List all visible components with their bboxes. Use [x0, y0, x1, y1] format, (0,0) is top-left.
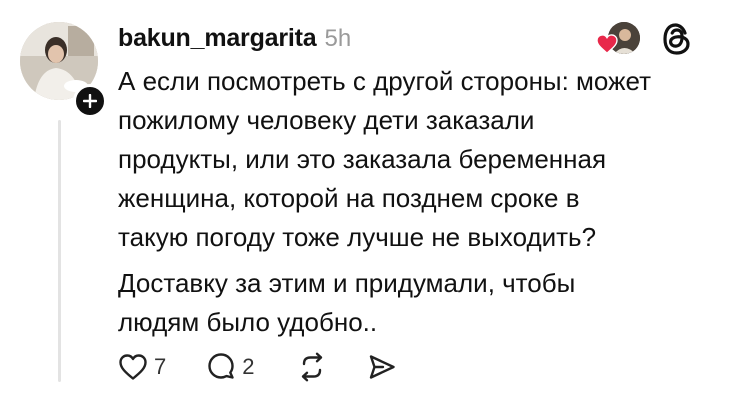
threads-logo-icon[interactable]: [662, 23, 692, 55]
repost-icon: [301, 352, 322, 382]
repost-button[interactable]: [297, 352, 327, 382]
post-paragraph-2: Доставку за этим и придумали, чтобы людя…: [118, 268, 576, 337]
post-body: А если посмотреть с другой стороны: може…: [118, 62, 718, 342]
post-header: bakun_margarita 5h: [118, 24, 351, 53]
post-paragraph-1: А если посмотреть с другой стороны: може…: [118, 66, 651, 252]
liked-by-indicator[interactable]: [596, 22, 640, 56]
share-button[interactable]: [367, 352, 397, 382]
heart-filled-icon: [596, 34, 618, 54]
header-actions: [596, 22, 692, 56]
reply-count: 2: [242, 354, 255, 379]
speech-bubble-icon: [208, 353, 234, 379]
post-timestamp[interactable]: 5h: [324, 25, 351, 53]
heart-icon: [119, 354, 147, 380]
like-button[interactable]: 7: [118, 353, 166, 381]
post-action-bar: 7 2: [118, 352, 397, 382]
reply-button[interactable]: 2: [206, 352, 255, 382]
plus-icon: [83, 94, 97, 108]
send-icon: [369, 355, 395, 379]
thread-post: bakun_margarita 5h А если посмотреть с д…: [0, 0, 732, 401]
like-count: 7: [154, 354, 167, 379]
thread-connector-line: [58, 120, 61, 382]
follow-button[interactable]: [73, 84, 107, 118]
username-link[interactable]: bakun_margarita: [118, 24, 317, 53]
